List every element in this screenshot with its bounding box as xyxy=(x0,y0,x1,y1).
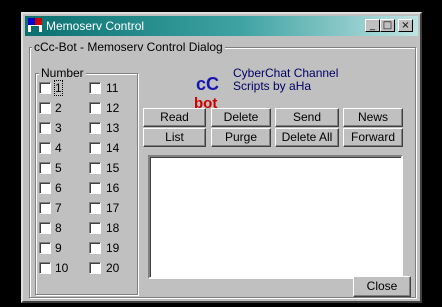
number-checkbox-label[interactable]: 13 xyxy=(106,121,119,135)
number-checkbox-label[interactable]: 16 xyxy=(106,181,119,195)
number-checkbox-label[interactable]: 15 xyxy=(106,161,119,175)
purge-button[interactable]: Purge xyxy=(211,128,271,147)
number-checkbox[interactable] xyxy=(39,202,51,214)
number-checkbox[interactable] xyxy=(89,242,101,254)
number-checkbox-label[interactable]: 12 xyxy=(106,101,119,115)
number-checkbox[interactable] xyxy=(39,242,51,254)
message-textarea[interactable] xyxy=(148,155,403,279)
app-icon[interactable] xyxy=(28,18,42,32)
number-checkbox[interactable] xyxy=(89,102,101,114)
number-checkbox[interactable] xyxy=(39,162,51,174)
number-checkbox[interactable] xyxy=(39,182,51,194)
number-checkbox-label[interactable]: 5 xyxy=(55,161,62,175)
number-checkbox-label[interactable]: 6 xyxy=(55,181,62,195)
number-checkbox[interactable] xyxy=(39,82,51,94)
number-checkbox[interactable] xyxy=(89,262,101,274)
maximize-button[interactable]: □ xyxy=(380,19,395,32)
number-checkbox-label[interactable]: 17 xyxy=(106,201,119,215)
close-button[interactable]: Close xyxy=(353,276,411,297)
list-button[interactable]: List xyxy=(143,128,206,147)
number-checkbox[interactable] xyxy=(89,202,101,214)
number-checkbox-label[interactable]: 7 xyxy=(55,201,62,215)
number-checkbox[interactable] xyxy=(89,162,101,174)
number-checkbox-label[interactable]: 11 xyxy=(106,81,118,95)
minimize-button[interactable]: _ xyxy=(365,19,380,32)
number-checkbox-label[interactable]: 4 xyxy=(55,141,62,155)
number-checkbox[interactable] xyxy=(89,182,101,194)
number-checkbox-label[interactable]: 20 xyxy=(106,261,119,275)
memoserv-window: Memoserv Control _ □ × cCc-Bot - Memoser… xyxy=(21,12,422,303)
logo-caption: CyberChat Channel Scripts by aHa xyxy=(233,67,338,93)
number-checkbox[interactable] xyxy=(89,222,101,234)
title-bar[interactable]: Memoserv Control _ □ × xyxy=(25,16,418,36)
dialog-group-label: cCc-Bot - Memoserv Control Dialog xyxy=(32,40,225,54)
number-checkbox[interactable] xyxy=(39,142,51,154)
logo-caption-line2: Scripts by aHa xyxy=(233,79,312,93)
number-group-label: Number xyxy=(39,66,86,80)
number-checkbox-label[interactable]: 3 xyxy=(55,121,62,135)
number-checkbox[interactable] xyxy=(89,142,101,154)
number-checkbox[interactable] xyxy=(89,82,101,94)
svg-text:cC: cC xyxy=(196,74,219,94)
number-checkbox[interactable] xyxy=(39,102,51,114)
number-checkbox[interactable] xyxy=(39,222,51,234)
send-button[interactable]: Send xyxy=(275,108,339,127)
number-checkbox-label[interactable]: 8 xyxy=(55,221,62,235)
number-checkbox-label[interactable]: 10 xyxy=(55,261,68,275)
number-checkbox-label[interactable]: 1 xyxy=(54,80,63,96)
delete-all-button[interactable]: Delete All xyxy=(275,128,339,147)
number-checkbox-label[interactable]: 2 xyxy=(55,101,62,115)
close-window-button[interactable]: × xyxy=(398,19,413,32)
number-checkbox[interactable] xyxy=(39,122,51,134)
window-title: Memoserv Control xyxy=(46,19,145,33)
news-button[interactable]: News xyxy=(343,108,403,127)
number-checkbox-label[interactable]: 14 xyxy=(106,141,119,155)
forward-button[interactable]: Forward xyxy=(343,128,403,147)
ccc-bot-logo: cC bot xyxy=(194,70,226,110)
number-checkbox-label[interactable]: 18 xyxy=(106,221,119,235)
number-checkbox-label[interactable]: 9 xyxy=(55,241,62,255)
number-checkbox[interactable] xyxy=(39,262,51,274)
number-checkbox-label[interactable]: 19 xyxy=(106,241,119,255)
number-checkbox[interactable] xyxy=(89,122,101,134)
delete-button[interactable]: Delete xyxy=(211,108,271,127)
read-button[interactable]: Read xyxy=(143,108,206,127)
